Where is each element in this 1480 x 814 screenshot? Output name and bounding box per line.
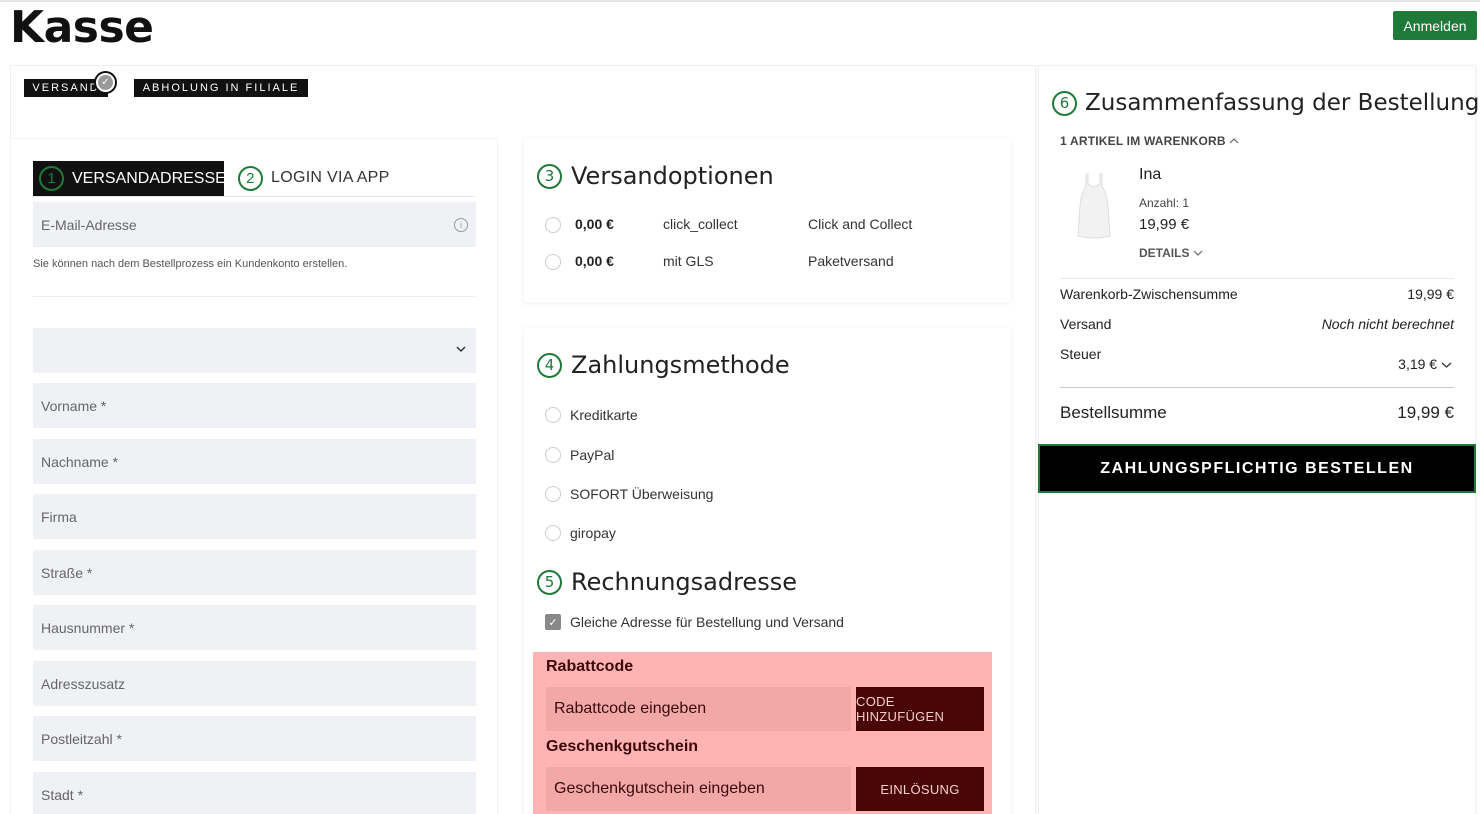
login-button[interactable]: Anmelden [1393, 11, 1477, 40]
shipping-method-pickup-button[interactable]: ABHOLUNG IN FILIALE [134, 79, 308, 97]
step-3-number: 3 [537, 163, 562, 189]
billing-title: 5 Rechnungsadresse [537, 568, 797, 596]
shipping-option-code: mit GLS [663, 253, 714, 269]
tax-label: Steuer [1060, 346, 1102, 362]
shipping-option-radio[interactable] [545, 217, 561, 233]
gift-card-input[interactable]: Geschenkgutschein eingeben [546, 767, 851, 811]
payment-title: 4 Zahlungsmethode [537, 351, 790, 379]
payment-method-radio[interactable] [545, 486, 561, 502]
shipping-option-price: 0,00 € [575, 253, 614, 269]
last-name-field[interactable]: Nachname * [33, 439, 476, 484]
coupon-label: Rabattcode [546, 658, 634, 675]
coupon-input[interactable]: Rabattcode eingeben [546, 687, 851, 731]
divider [1060, 387, 1454, 388]
payment-title-text: Zahlungsmethode [571, 351, 790, 379]
top-border [0, 0, 1480, 2]
step-2-number: 2 [238, 165, 263, 191]
page-title: Kasse [10, 2, 154, 53]
product-name: Ina [1139, 166, 1162, 183]
selected-check-icon: ✓ [94, 71, 117, 94]
step-4-number: 4 [537, 352, 562, 378]
chevron-down-icon [456, 346, 466, 353]
shipping-option-name: Click and Collect [808, 216, 913, 232]
product-price: 19,99 € [1139, 216, 1190, 233]
divider [33, 296, 476, 297]
shipping-label: Versand [1060, 316, 1112, 332]
tax-value: 3,19 € [1398, 356, 1438, 372]
payment-method-label: giropay [570, 525, 616, 541]
subtotal-value: 19,99 € [1407, 286, 1454, 302]
country-select[interactable] [33, 328, 476, 373]
first-name-field[interactable]: Vorname * [33, 383, 476, 428]
chevron-up-icon [1229, 138, 1239, 144]
summary-title: 6 Zusammenfassung der Bestellung [1052, 90, 1479, 116]
step-1-number: 1 [39, 166, 64, 191]
shipping-option-radio[interactable] [545, 254, 561, 270]
city-field[interactable]: Stadt * [33, 772, 476, 814]
tax-toggle[interactable]: 3,19 € [1398, 356, 1452, 372]
shipping-option-price: 0,00 € [575, 216, 614, 232]
tab-shipping-address[interactable]: 1 VERSANDADRESSE [33, 161, 226, 196]
product-details-toggle[interactable]: DETAILS [1139, 246, 1203, 260]
payment-method-label: SOFORT Überweisung [570, 486, 714, 502]
shipping-options-title: 3 Versandoptionen [537, 162, 774, 190]
billing-title-text: Rechnungsadresse [571, 568, 797, 596]
redeem-gift-card-button[interactable]: EINLÖSUNG [856, 767, 984, 811]
divider [1060, 278, 1454, 279]
same-address-label: Gleiche Adresse für Bestellung und Versa… [570, 614, 844, 630]
gift-card-label: Geschenkgutschein [546, 738, 699, 755]
product-quantity: Anzahl: 1 [1139, 196, 1190, 210]
cart-count-label: 1 ARTIKEL IM WARENKORB [1060, 134, 1226, 148]
shipping-option-name: Paketversand [808, 253, 894, 269]
address-addition-field[interactable]: Adresszusatz [33, 661, 476, 706]
account-hint: Sie können nach dem Bestellprozess ein K… [33, 258, 348, 270]
company-field[interactable]: Firma [33, 494, 476, 539]
payment-method-radio[interactable] [545, 525, 561, 541]
shipping-value: Noch nicht berechnet [1321, 316, 1454, 332]
tab-login-via-app[interactable]: 2 LOGIN VIA APP [238, 163, 390, 193]
payment-method-label: PayPal [570, 447, 615, 463]
product-image [1077, 173, 1111, 239]
subtotal-label: Warenkorb-Zwischensumme [1060, 286, 1238, 302]
shipping-option-code: click_collect [663, 216, 738, 232]
payment-method-radio[interactable] [545, 407, 561, 423]
payment-method-label: Kreditkarte [570, 407, 638, 423]
tab-login-via-app-label: LOGIN VIA APP [271, 169, 390, 186]
place-order-button[interactable]: ZAHLUNGSPFLICHTIG BESTELLEN [1038, 444, 1476, 493]
same-address-checkbox[interactable]: ✓ [545, 614, 561, 630]
total-label: Bestellsumme [1060, 403, 1167, 422]
details-label: DETAILS [1139, 246, 1190, 260]
street-field[interactable]: Straße * [33, 550, 476, 595]
summary-title-text: Zusammenfassung der Bestellung [1085, 90, 1480, 116]
cart-count-toggle[interactable]: 1 ARTIKEL IM WARENKORB [1060, 134, 1239, 148]
chevron-down-icon [1441, 362, 1452, 368]
chevron-down-icon [1193, 250, 1203, 256]
add-coupon-button[interactable]: CODE HINZUFÜGEN [856, 687, 984, 731]
tab-shipping-address-label: VERSANDADRESSE [72, 169, 226, 187]
house-number-field[interactable]: Hausnummer * [33, 605, 476, 650]
total-value: 19,99 € [1397, 403, 1454, 422]
tab-underline [33, 196, 476, 197]
shipping-options-title-text: Versandoptionen [571, 162, 774, 190]
step-6-number: 6 [1052, 90, 1077, 116]
postal-code-field[interactable]: Postleitzahl * [33, 716, 476, 761]
payment-method-radio[interactable] [545, 447, 561, 463]
info-icon[interactable]: i [454, 218, 468, 232]
email-field[interactable]: E-Mail-Adresse [33, 202, 476, 247]
step-5-number: 5 [537, 569, 562, 595]
